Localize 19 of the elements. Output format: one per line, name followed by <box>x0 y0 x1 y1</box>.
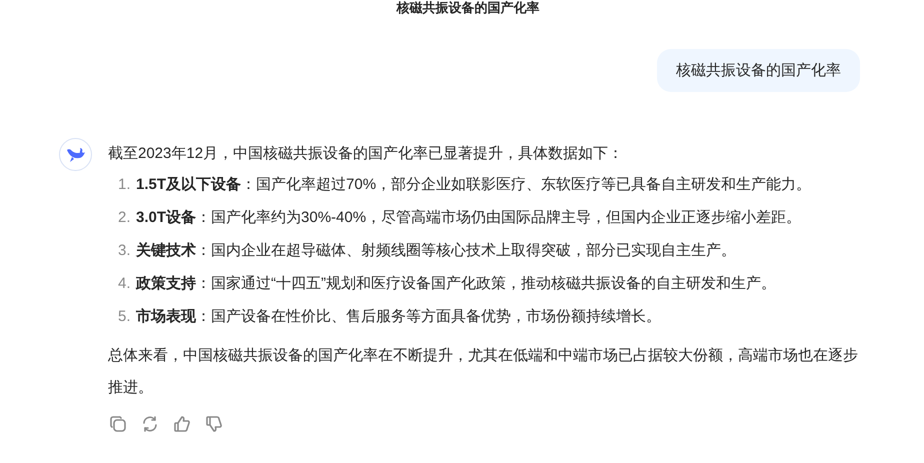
list-item-text: 政策支持：国家通过“十四五”规划和医疗设备国产化政策，推动核磁共振设备的自主研发和生产。 <box>136 274 776 294</box>
refresh-icon[interactable] <box>140 414 160 434</box>
list-number: 3. <box>118 241 132 261</box>
user-message: 核磁共振设备的国产化率 <box>657 49 860 92</box>
list-item-text: 市场表现：国产设备在性价比、售后服务等方面具备优势，市场份额持续增长。 <box>136 307 661 327</box>
list-item-text: 关键技术：国内企业在超导磁体、射频线圈等核心技术上取得突破，部分已实现自主生产。 <box>136 241 736 261</box>
summary-text: 总体来看，中国核磁共振设备的国产化率在不断提升，尤其在低端和中端市场已占据较大份额，高端市场也在逐步推进。 <box>108 346 859 398</box>
list-number: 2. <box>118 208 132 228</box>
chat-title: 核磁共振设备的国产化率 <box>396 0 540 15</box>
assistant-avatar <box>59 138 92 171</box>
list-number: 4. <box>118 274 132 294</box>
list-number: 1. <box>118 175 132 195</box>
copy-icon[interactable] <box>108 414 128 434</box>
intro-text: 截至2023年12月，中国核磁共振设备的国产化率已显著提升，具体数据如下： <box>108 144 624 164</box>
list-item-text: 3.0T设备：国产化率约为30%-40%，尽管高端市场仍由国际品牌主导，但国内企业正逐步缩小差距。 <box>136 208 802 228</box>
thumbs-down-icon[interactable] <box>204 414 224 434</box>
list-number: 5. <box>118 307 132 327</box>
list-item-text: 1.5T及以下设备：国产化率超过70%，部分企业如联影医疗、东软医疗等已具备自主研发和生产能力。 <box>136 175 812 195</box>
thumbs-up-icon[interactable] <box>172 414 192 434</box>
